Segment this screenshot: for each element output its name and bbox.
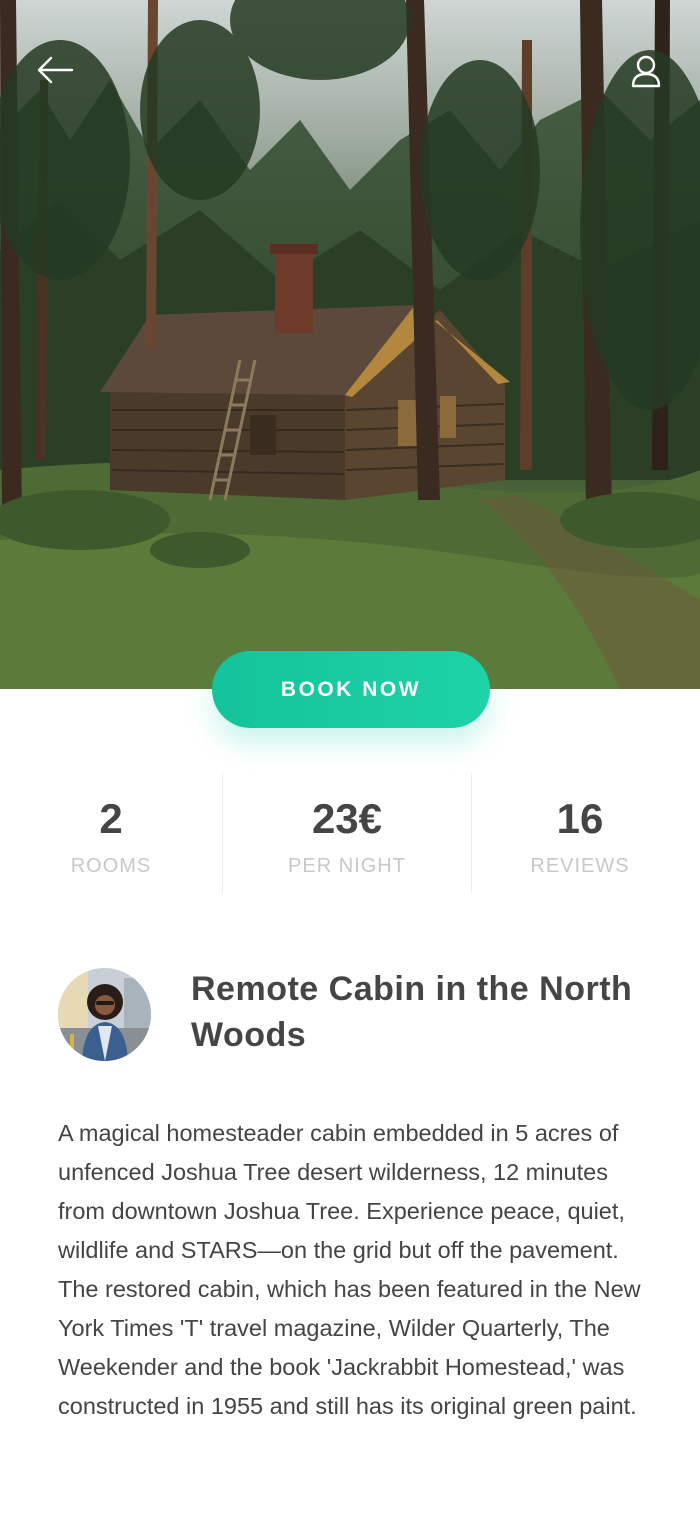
stat-label: ROOMS [70,855,152,877]
listing-description: A magical homesteader cabin embedded in … [58,1120,641,1419]
hero-image [0,0,700,689]
stat-label: PER NIGHT [288,855,406,877]
stat-value: 23€ [311,795,383,842]
stat-rooms: 2 ROOMS [0,773,222,893]
host-avatar[interactable] [58,968,151,1061]
book-now-button[interactable]: BOOK NOW [212,651,490,728]
listing-stats: 2 ROOMS 23€ PER NIGHT 16 REVIEWS [0,773,700,893]
avatar-photo [58,968,151,1061]
user-icon [631,55,661,88]
cabin-forest-illustration [0,0,700,689]
arrow-left-icon [37,56,74,84]
profile-button[interactable] [626,52,666,92]
stat-label: REVIEWS [530,855,630,877]
stat-price: 23€ PER NIGHT [223,773,471,893]
stat-value: 2 [99,795,123,842]
stat-reviews[interactable]: 16 REVIEWS [472,773,688,893]
stat-value: 16 [556,795,604,842]
back-button[interactable] [36,52,76,92]
listing-title: Remote Cabin in the North Woods [191,970,633,1054]
